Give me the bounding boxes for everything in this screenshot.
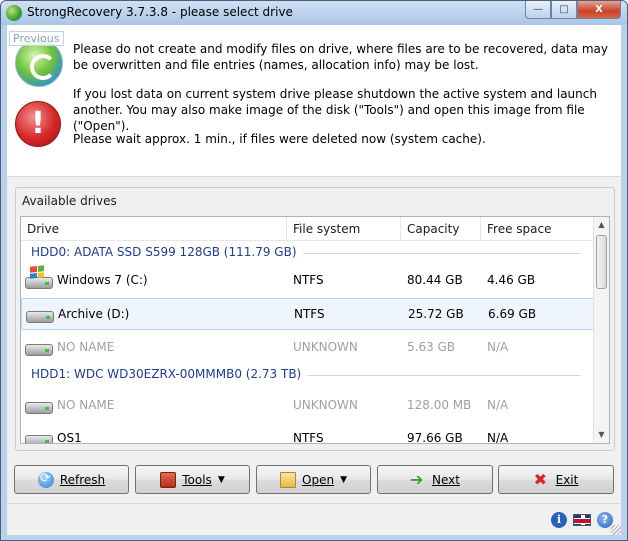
- disk-group-label: HDD1: WDC WD30EZRX-00MMMB0 (2.73 TB): [31, 367, 308, 381]
- drive-file-system: UNKNOWN: [293, 340, 358, 354]
- app-icon[interactable]: [6, 5, 22, 21]
- available-drives-group: Available drives Drive File system Capac…: [15, 187, 615, 451]
- drive-free-space: N/A: [487, 398, 509, 412]
- info-icon[interactable]: i: [551, 512, 567, 528]
- disk-group-label: HDD0: ADATA SSD S599 128GB (111.79 GB): [31, 245, 303, 259]
- warning-icon: !: [15, 101, 61, 147]
- hard-disk-icon: [25, 435, 53, 443]
- warning-message-2: If you lost data on current system drive…: [73, 87, 597, 133]
- next-arrow-icon: ➔: [410, 469, 424, 489]
- toolbox-icon: [160, 471, 177, 488]
- client-area: Previous ! Please do not create and modi…: [7, 25, 621, 535]
- hard-disk-icon: [25, 344, 53, 356]
- language-flag-icon[interactable]: [573, 514, 591, 526]
- previous-icon[interactable]: [15, 39, 63, 87]
- info-panel: Previous ! Please do not create and modi…: [7, 25, 621, 177]
- exit-x-icon: ✖: [533, 469, 548, 489]
- drive-name: NO NAME: [57, 398, 115, 412]
- resize-grip[interactable]: [611, 525, 621, 535]
- drive-capacity: 25.72 GB: [408, 307, 464, 321]
- exit-button-label: Exit: [555, 472, 579, 487]
- column-header-capacity[interactable]: Capacity: [401, 217, 481, 241]
- column-header-free-space[interactable]: Free space: [481, 217, 595, 241]
- warning-message-1: Please do not create and modify files on…: [73, 42, 608, 72]
- drive-file-system: NTFS: [293, 273, 324, 287]
- drive-file-system: NTFS: [294, 307, 325, 321]
- disk-group-header: HDD1: WDC WD30EZRX-00MMMB0 (2.73 TB): [21, 364, 595, 386]
- dropdown-arrow-icon: ▼: [217, 474, 225, 485]
- drive-name: Archive (D:): [58, 307, 130, 321]
- previous-tooltip: Previous: [9, 31, 64, 46]
- status-bar: i ?: [7, 503, 621, 535]
- open-button-label: Open: [302, 472, 335, 487]
- drive-row-selected[interactable]: Archive (D:) NTFS 25.72 GB 6.69 GB: [21, 298, 595, 330]
- scroll-up-arrow-icon[interactable]: ▲: [594, 217, 609, 233]
- drive-row[interactable]: NO NAME UNKNOWN 128.00 MB N/A: [21, 390, 595, 422]
- column-header-file-system[interactable]: File system: [287, 217, 401, 241]
- drive-file-system: NTFS: [293, 431, 324, 444]
- title-bar[interactable]: StrongRecovery 3.7.3.8 - please select d…: [1, 1, 627, 25]
- dropdown-arrow-icon: ▼: [340, 474, 347, 485]
- refresh-button-label: Refresh: [59, 472, 106, 487]
- drive-name: Windows 7 (C:): [57, 273, 148, 287]
- warning-message-3: Please wait approx. 1 min., if files wer…: [73, 132, 486, 146]
- disk-group-header: HDD0: ADATA SSD S599 128GB (111.79 GB): [21, 242, 595, 264]
- maximize-button[interactable]: □: [551, 1, 577, 19]
- tools-button[interactable]: Tools ▼: [135, 465, 250, 494]
- refresh-button[interactable]: Refresh: [14, 465, 129, 494]
- next-button-label: Next: [432, 472, 460, 487]
- minimize-button[interactable]: —: [525, 1, 551, 19]
- drive-free-space: 4.46 GB: [487, 273, 536, 287]
- caption-buttons: — □ X: [525, 1, 621, 19]
- drive-capacity: 128.00 MB: [407, 398, 472, 412]
- windows-logo-icon: [30, 265, 44, 279]
- exit-button[interactable]: ✖ Exit: [498, 465, 614, 494]
- drive-row[interactable]: Windows 7 (C:) NTFS 80.44 GB 4.46 GB: [21, 265, 595, 297]
- drive-row[interactable]: NO NAME UNKNOWN 5.63 GB N/A: [21, 332, 595, 364]
- column-header-drive[interactable]: Drive: [21, 217, 287, 241]
- drive-list-header: Drive File system Capacity Free space: [21, 217, 595, 241]
- close-button[interactable]: X: [577, 1, 621, 19]
- drive-free-space: 6.69 GB: [488, 307, 537, 321]
- scrollbar-thumb[interactable]: [596, 235, 607, 289]
- drive-capacity: 80.44 GB: [407, 273, 463, 287]
- hard-disk-icon: [25, 402, 53, 414]
- drive-name: NO NAME: [57, 340, 115, 354]
- available-drives-label: Available drives: [22, 194, 117, 208]
- drive-capacity: 5.63 GB: [407, 340, 456, 354]
- drive-capacity: 97.66 GB: [407, 431, 463, 444]
- drive-free-space: N/A: [487, 340, 509, 354]
- open-button[interactable]: Open ▼: [256, 465, 371, 494]
- drive-row[interactable]: OS1 NTFS 97.66 GB N/A: [21, 423, 595, 444]
- drive-file-system: UNKNOWN: [293, 398, 358, 412]
- tools-button-label: Tools: [182, 472, 212, 487]
- drive-list[interactable]: Drive File system Capacity Free space HD…: [20, 216, 610, 444]
- open-file-icon: [280, 471, 296, 488]
- drive-free-space: N/A: [487, 431, 509, 444]
- window-title: StrongRecovery 3.7.3.8 - please select d…: [27, 5, 293, 19]
- hard-disk-icon: [26, 311, 54, 323]
- refresh-icon: [37, 471, 54, 488]
- drive-name: OS1: [57, 431, 82, 444]
- app-window: StrongRecovery 3.7.3.8 - please select d…: [0, 0, 628, 541]
- next-button[interactable]: ➔ Next: [377, 465, 493, 494]
- scroll-down-arrow-icon[interactable]: ▼: [594, 427, 609, 443]
- vertical-scrollbar[interactable]: ▲ ▼: [593, 217, 609, 443]
